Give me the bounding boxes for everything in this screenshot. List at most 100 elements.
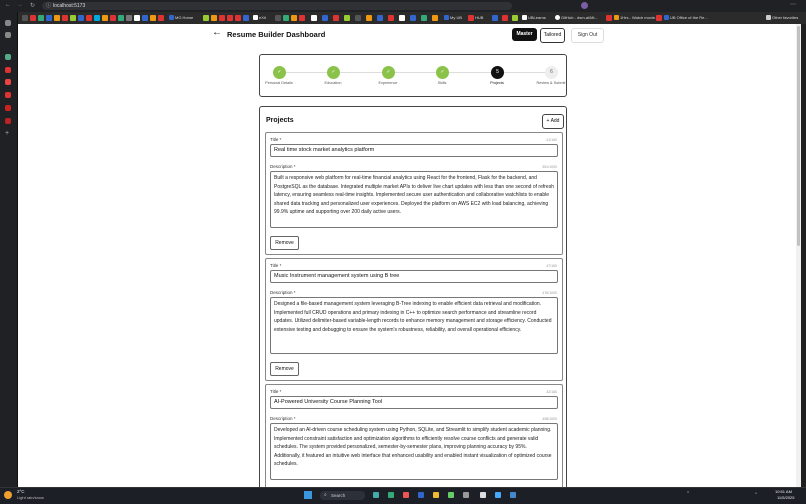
bookmark-icon[interactable] (377, 15, 383, 21)
bookmark-icon[interactable] (344, 15, 350, 21)
bookmark-icon[interactable] (512, 15, 518, 21)
bookmark-icon[interactable] (388, 15, 394, 21)
back-arrow-icon[interactable]: ← (212, 27, 222, 38)
taskbar-app-icon[interactable] (495, 492, 501, 498)
bookmark-icon[interactable] (299, 15, 305, 21)
back-icon[interactable]: ← (5, 2, 11, 8)
taskbar-app-icon[interactable] (448, 492, 454, 498)
address-bar[interactable]: ⓘ localhost:5173 (42, 2, 512, 10)
bookmark-icon[interactable] (118, 15, 124, 21)
tab-tailored[interactable]: Tailored (540, 28, 565, 43)
bookmark-icon[interactable] (366, 15, 372, 21)
project-description-textarea[interactable]: Designed a file-based management system … (270, 297, 558, 354)
add-icon[interactable]: + (5, 130, 9, 137)
bookmark-icon[interactable] (275, 15, 281, 21)
bookmark-icon[interactable] (46, 15, 52, 21)
wifi-icon[interactable]: ◔ (754, 491, 757, 497)
taskbar-app-icon[interactable] (373, 492, 379, 498)
bookmark-icon[interactable] (333, 15, 339, 21)
bookmark-icon[interactable] (311, 15, 317, 21)
bookmark-icon[interactable] (399, 15, 405, 21)
sidebar-app-icon[interactable] (5, 54, 11, 60)
bookmark-icon[interactable] (211, 15, 217, 21)
step-2-done[interactable]: ✓ (327, 66, 340, 79)
bookmark-exit[interactable]: eXit (253, 14, 266, 22)
signout-button[interactable]: Sign Out (571, 28, 604, 43)
start-icon[interactable] (304, 491, 312, 499)
bookmark-icon[interactable] (656, 15, 662, 21)
taskbar-app-icon[interactable] (480, 492, 486, 498)
sidebar-app-icon[interactable] (5, 92, 11, 98)
bookmark-icon[interactable] (110, 15, 116, 21)
bookmark-icon[interactable] (355, 15, 361, 21)
bookmark-icon[interactable] (22, 15, 28, 21)
bookmark-icon[interactable] (78, 15, 84, 21)
scrollbar-thumb[interactable] (797, 26, 800, 246)
sidebar-app-icon[interactable] (5, 32, 11, 38)
remove-project-button[interactable]: Remove (270, 236, 299, 250)
taskbar-app-icon[interactable] (418, 492, 424, 498)
bookmark-icon[interactable] (62, 15, 68, 21)
forward-icon[interactable]: → (17, 2, 23, 8)
taskbar-app-icon[interactable] (433, 492, 439, 498)
step-1-done[interactable]: ✓ (273, 66, 286, 79)
bookmark-ublearns[interactable]: UBLearns (522, 14, 546, 22)
reload-icon[interactable]: ↻ (30, 2, 35, 9)
bookmark-icon[interactable] (150, 15, 156, 21)
bookmark-icon[interactable] (432, 15, 438, 21)
bookmark-icon[interactable] (158, 15, 164, 21)
sidebar-app-icon[interactable] (5, 79, 11, 85)
project-title-input[interactable]: AI-Powered University Course Planning To… (270, 396, 558, 409)
bookmark-movies[interactable]: 1Hrs - Watch movie... (614, 14, 658, 22)
bookmark-icon[interactable] (235, 15, 241, 21)
bookmark-icon[interactable] (203, 15, 209, 21)
bookmark-icon[interactable] (322, 15, 328, 21)
bookmark-icon[interactable] (468, 15, 474, 21)
bookmark-icon[interactable] (283, 15, 289, 21)
sidebar-app-icon[interactable] (5, 20, 11, 26)
sidebar-app-icon[interactable] (5, 67, 11, 73)
tab-master[interactable]: Master (512, 28, 537, 41)
bookmark-icon[interactable] (126, 15, 132, 21)
bookmark-mg-home[interactable]: MG Home (169, 14, 193, 22)
step-5-current[interactable]: 5 (491, 66, 504, 79)
bookmark-icon[interactable] (94, 15, 100, 21)
bookmark-icon[interactable] (606, 15, 612, 21)
project-title-input[interactable]: Real time stock market analytics platfor… (270, 144, 558, 157)
bookmark-icon[interactable] (38, 15, 44, 21)
taskbar-app-icon[interactable] (403, 492, 409, 498)
bookmark-icon[interactable] (54, 15, 60, 21)
page-scrollbar[interactable] (796, 24, 801, 487)
profile-icon[interactable] (581, 2, 588, 9)
add-project-button[interactable]: + Add (542, 114, 564, 129)
step-6-pending[interactable]: 6 (545, 66, 558, 79)
taskbar-app-icon[interactable] (510, 492, 516, 498)
project-description-textarea[interactable]: Built a responsive web platform for real… (270, 171, 558, 228)
bookmark-icon[interactable] (70, 15, 76, 21)
taskbar-search[interactable]: ⌕ Search (320, 491, 365, 500)
bookmark-icon[interactable] (410, 15, 416, 21)
bookmark-icon[interactable] (421, 15, 427, 21)
bookmark-icon[interactable] (291, 15, 297, 21)
bookmark-ub-office[interactable]: UB Office of the Re... (664, 14, 708, 22)
step-3-done[interactable]: ✓ (382, 66, 395, 79)
weather-icon[interactable] (4, 491, 12, 499)
remove-project-button[interactable]: Remove (270, 362, 299, 376)
bookmark-my-ub[interactable]: My UB (444, 14, 462, 22)
taskbar-app-icon[interactable] (463, 492, 469, 498)
bookmark-icon[interactable] (243, 15, 249, 21)
bookmark-icon[interactable] (492, 15, 498, 21)
sidebar-app-icon[interactable] (5, 105, 11, 111)
taskbar-app-icon[interactable] (388, 492, 394, 498)
bookmark-icon[interactable] (219, 15, 225, 21)
bookmark-icon[interactable] (502, 15, 508, 21)
sidebar-app-icon[interactable] (5, 118, 11, 124)
bookmark-github[interactable]: GitHub - dsm-ai/Mi... (555, 14, 598, 22)
bookmark-icon[interactable] (227, 15, 233, 21)
tray-icons[interactable]: ⌃ (686, 491, 690, 497)
bookmark-hub[interactable]: HUB (475, 14, 483, 22)
bookmark-icon[interactable] (134, 15, 140, 21)
step-4-done[interactable]: ✓ (436, 66, 449, 79)
bookmark-other-favorites[interactable]: Other favorites (766, 14, 798, 22)
bookmark-icon[interactable] (30, 15, 36, 21)
